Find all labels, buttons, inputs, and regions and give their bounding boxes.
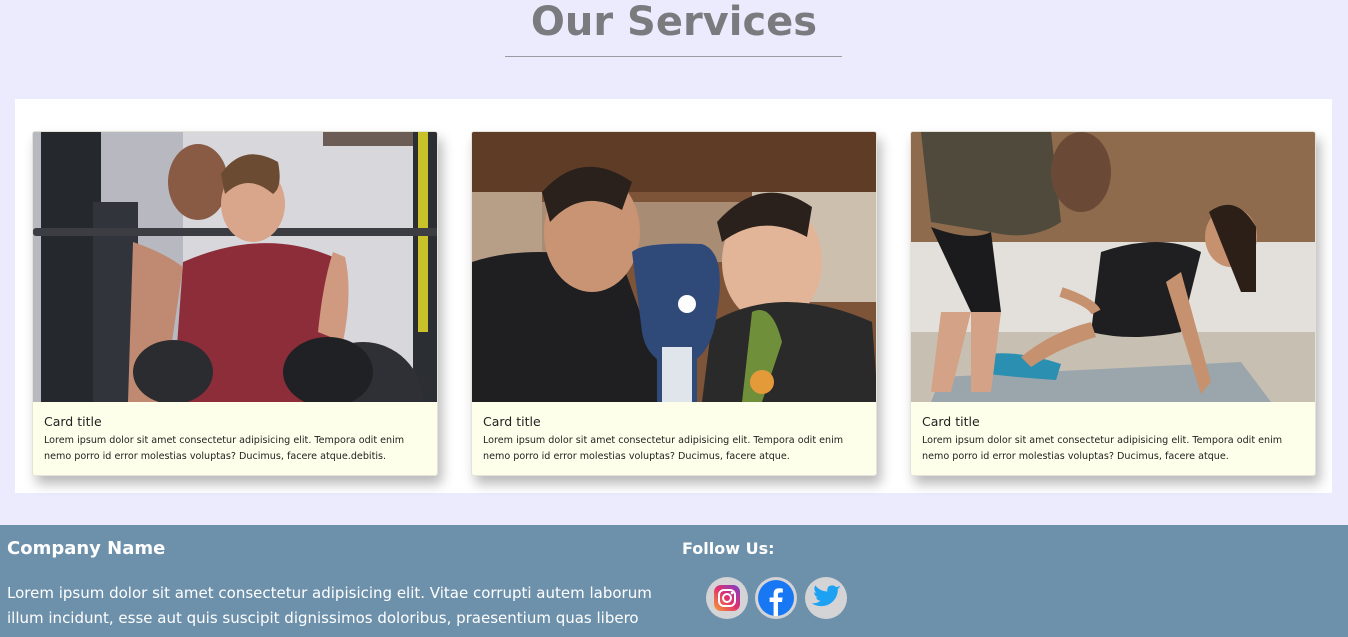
card-image-yoga xyxy=(911,132,1315,402)
instagram-link[interactable] xyxy=(706,577,748,619)
footer: Company Name Lorem ipsum dolor sit amet … xyxy=(0,525,1348,637)
card-text: Lorem ipsum dolor sit amet consectetur a… xyxy=(922,435,1283,462)
card-text: Lorem ipsum dolor sit amet consectetur a… xyxy=(483,435,844,462)
services-panel: Card title Lorem ipsum dolor sit amet co… xyxy=(15,99,1332,493)
service-card-yoga[interactable]: Card title Lorem ipsum dolor sit amet co… xyxy=(910,131,1316,476)
heading-divider xyxy=(505,56,842,57)
facebook-icon xyxy=(758,580,794,616)
card-title: Card title xyxy=(922,414,980,429)
card-image-boxing xyxy=(472,132,876,402)
twitter-link[interactable] xyxy=(805,577,847,619)
service-card-boxing[interactable]: Card title Lorem ipsum dolor sit amet co… xyxy=(471,131,877,476)
card-title: Card title xyxy=(483,414,541,429)
company-name: Company Name xyxy=(7,538,166,559)
card-image-weightlifting xyxy=(33,132,437,402)
service-card-weightlifting[interactable]: Card title Lorem ipsum dolor sit amet co… xyxy=(32,131,438,476)
card-text: Lorem ipsum dolor sit amet consectetur a… xyxy=(44,435,405,462)
instagram-icon xyxy=(714,585,740,611)
twitter-icon xyxy=(811,585,841,607)
company-description: Lorem ipsum dolor sit amet consectetur a… xyxy=(7,584,652,627)
facebook-link[interactable] xyxy=(755,577,797,619)
follow-us-label: Follow Us: xyxy=(682,539,775,558)
page-title: Our Services xyxy=(530,0,818,45)
card-title: Card title xyxy=(44,414,102,429)
